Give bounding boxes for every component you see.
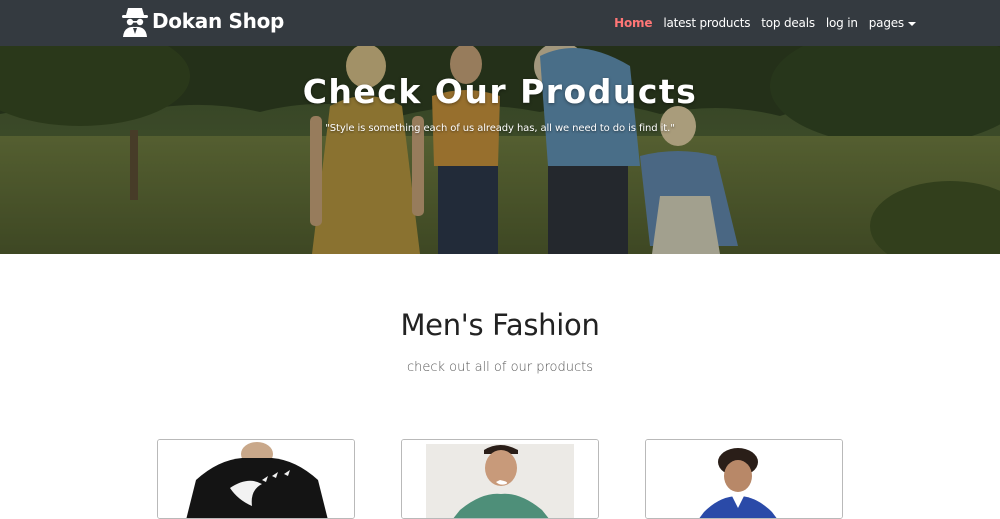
brand-logo-link[interactable]: Dokan Shop [120,4,284,38]
section-subtitle: check out all of our products [406,360,594,375]
nav-dropdown-pages[interactable]: pages [869,16,916,30]
nav-link-home[interactable]: Home [614,16,652,30]
spy-hat-icon [122,8,148,37]
hero-banner: Check Our Products "Style is something e… [0,46,1000,254]
nav-link-top-deals[interactable]: top deals [761,16,815,30]
caret-down-icon [908,22,916,26]
hero-quote: "Style is something each of us already h… [325,123,675,134]
nav-dropdown-label: pages [868,16,904,30]
brand-name: Dokan Shop [152,9,285,33]
green-tshirt-smiling-man-photo [402,440,598,518]
top-navbar: Dokan Shop Home latest products top deal… [0,0,1000,46]
nav-link-log-in[interactable]: log in [826,16,858,30]
product-card[interactable] [645,439,843,519]
product-card[interactable] [401,439,599,519]
product-card[interactable] [157,439,355,519]
hero-title: Check Our Products [302,72,698,111]
section-title: Men's Fashion [400,308,600,342]
black-graphic-tshirt-photo [158,440,354,518]
nav-links: Home latest products top deals log in pa… [614,0,916,46]
blue-shirt-man-photo [646,440,842,518]
nav-link-latest-products[interactable]: latest products [663,16,750,30]
